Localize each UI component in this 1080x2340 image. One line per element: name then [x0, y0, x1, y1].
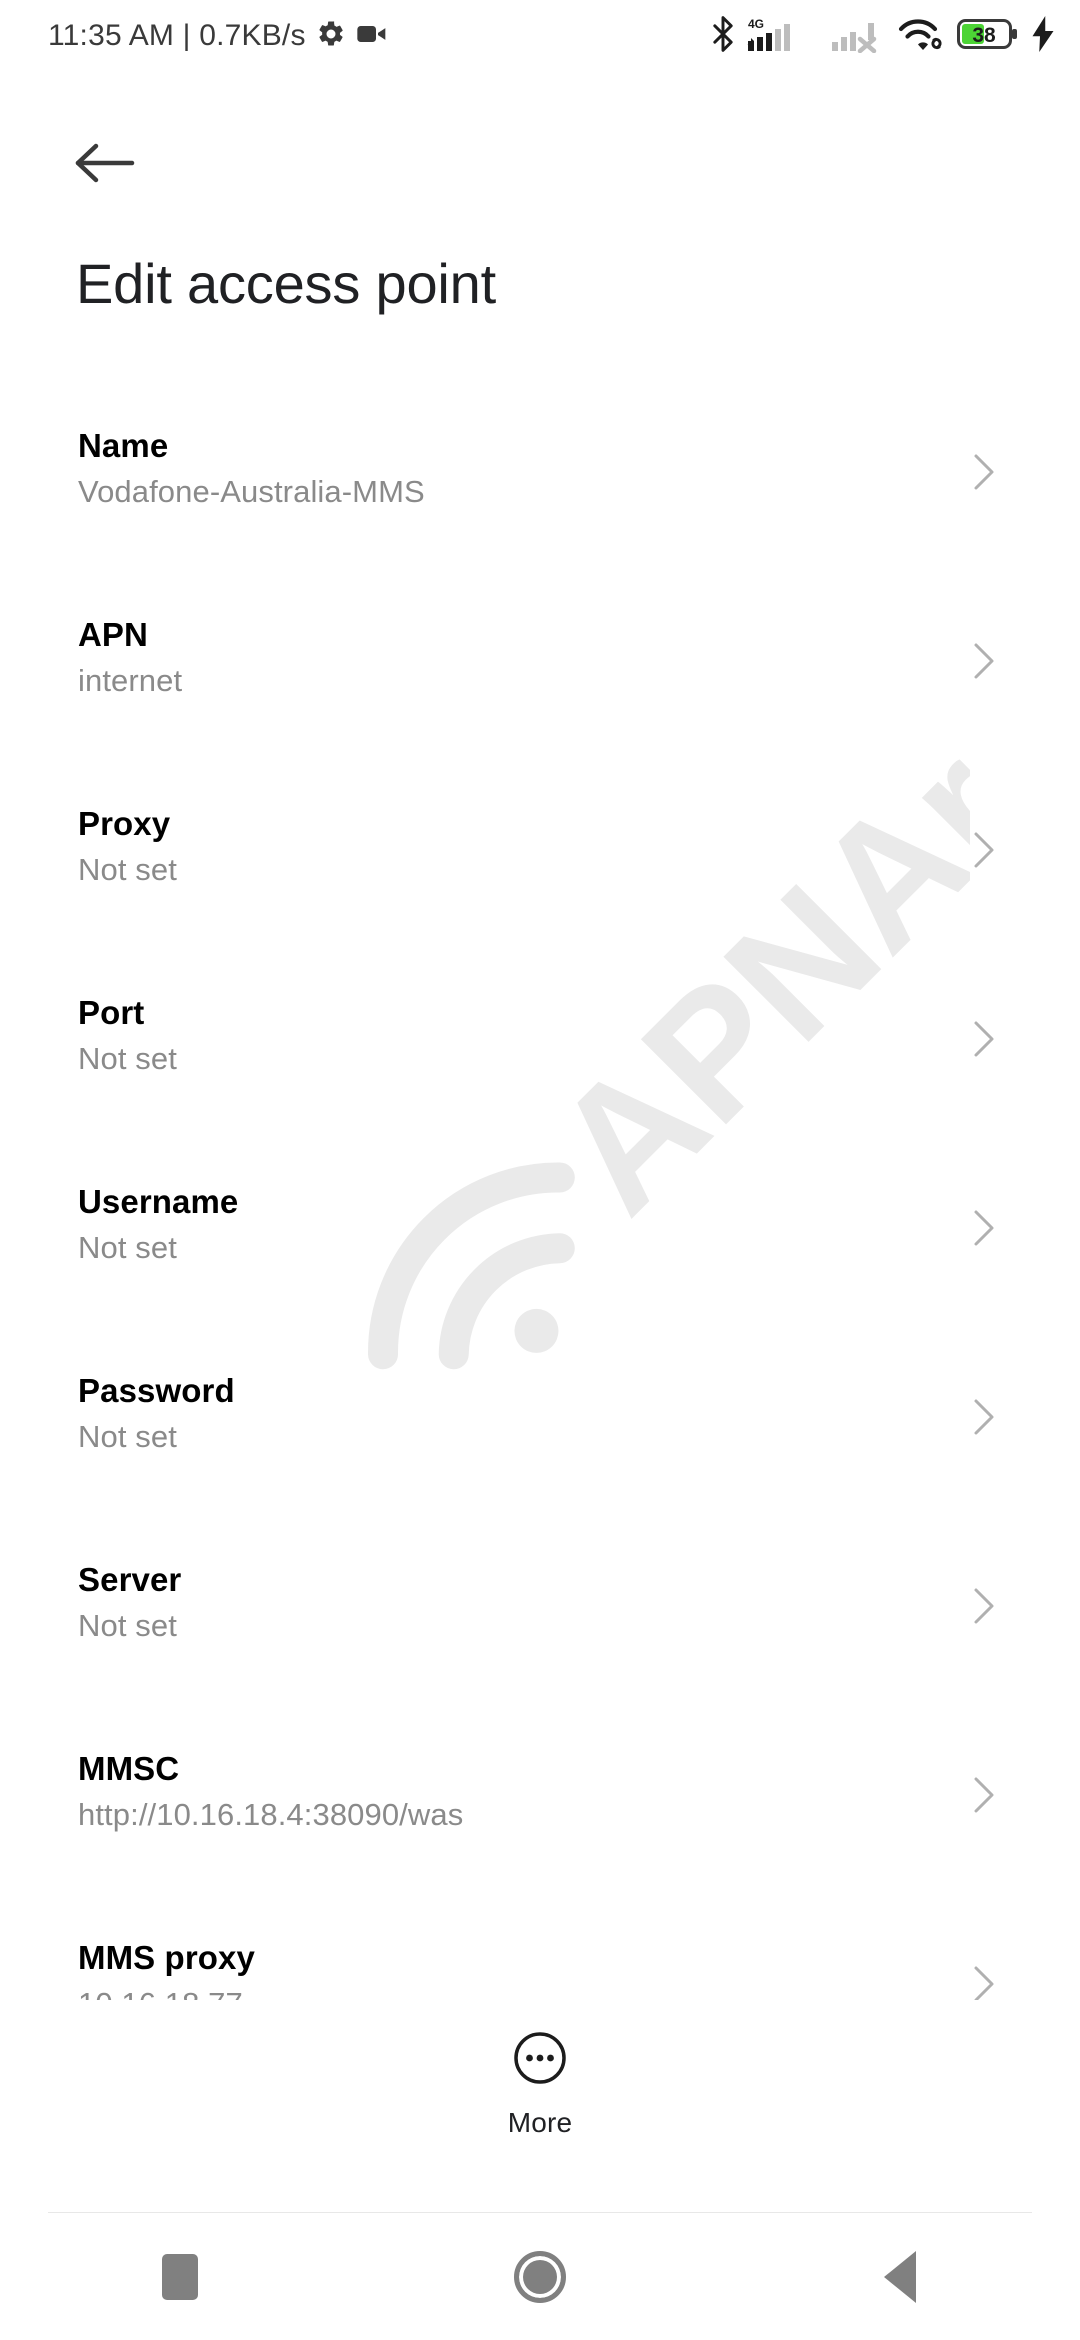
battery-icon: 38 [957, 17, 1019, 56]
chevron-right-icon [964, 452, 1004, 492]
apn-row-password[interactable]: Password Not set [0, 1355, 1080, 1544]
chevron-right-icon [964, 830, 1004, 870]
status-clock: 11:35 AM | 0.7KB/s [48, 19, 306, 52]
row-text: MMSC http://10.16.18.4:38090/was [78, 1733, 964, 1836]
chevron-right-icon [964, 1964, 1004, 2004]
row-text: APN internet [78, 599, 964, 702]
square-recents-icon [162, 2253, 198, 2300]
apn-row-label: MMS proxy [78, 1939, 255, 1976]
arrow-left-icon [74, 141, 136, 190]
apn-row-value: Not set [78, 852, 177, 888]
chevron-right-icon [964, 1208, 1004, 1248]
row-text: Proxy Not set [78, 788, 964, 891]
row-text: Password Not set [78, 1355, 964, 1458]
signal-4g-icon: 4G [746, 15, 820, 58]
status-bar-left: 11:35 AM | 0.7KB/s [48, 19, 711, 54]
apn-row-value: http://10.16.18.4:38090/was [78, 1797, 464, 1833]
apn-row-value: Not set [78, 1230, 177, 1266]
apn-row-value: Not set [78, 1419, 177, 1455]
row-text: Username Not set [78, 1166, 964, 1269]
status-bar: 11:35 AM | 0.7KB/s 4G 38 [0, 0, 1080, 72]
nav-recents-button[interactable] [0, 2213, 360, 2340]
apn-row-value: Vodafone-Australia-MMS [78, 474, 425, 510]
chevron-right-icon [964, 1397, 1004, 1437]
wifi-icon [898, 15, 946, 58]
android-nav-bar [0, 2213, 1080, 2340]
gear-icon [316, 19, 346, 54]
nav-home-button[interactable] [360, 2213, 720, 2340]
apn-row-value: Not set [78, 1041, 177, 1077]
chevron-right-icon [964, 1775, 1004, 1815]
more-dots-circle-icon [512, 2030, 568, 2091]
apn-row-name[interactable]: Name Vodafone-Australia-MMS [0, 410, 1080, 599]
apn-settings-list: Name Vodafone-Australia-MMS APN internet… [0, 410, 1080, 2111]
chevron-right-icon [964, 1019, 1004, 1059]
list-bottom-fade [0, 2000, 1080, 2030]
bluetooth-icon [711, 15, 735, 57]
page-title: Edit access point [76, 252, 496, 315]
video-camera-icon [356, 19, 388, 54]
circle-home-icon [514, 2250, 566, 2303]
back-button[interactable] [60, 120, 150, 210]
apn-row-apn[interactable]: APN internet [0, 599, 1080, 788]
row-text: Port Not set [78, 977, 964, 1080]
nav-back-button[interactable] [720, 2213, 1080, 2340]
apn-row-label: Proxy [78, 805, 171, 842]
more-button[interactable]: More [0, 2030, 1080, 2180]
status-bar-right: 4G 38 [711, 15, 1056, 58]
chevron-right-icon [964, 1586, 1004, 1626]
row-text: Server Not set [78, 1544, 964, 1647]
more-button-label: More [507, 2107, 573, 2138]
svg-text:4G: 4G [748, 17, 764, 31]
apn-row-mmsc[interactable]: MMSC http://10.16.18.4:38090/was [0, 1733, 1080, 1922]
apn-row-label: Port [78, 994, 145, 1031]
apn-row-label: Password [78, 1372, 235, 1409]
apn-row-username[interactable]: Username Not set [0, 1166, 1080, 1355]
apn-row-proxy[interactable]: Proxy Not set [0, 788, 1080, 977]
apn-row-server[interactable]: Server Not set [0, 1544, 1080, 1733]
apn-row-label: APN [78, 616, 148, 653]
battery-percent-text: 38 [972, 24, 996, 47]
apn-row-value: Not set [78, 1608, 177, 1644]
apn-row-label: Server [78, 1561, 182, 1598]
row-text: Name Vodafone-Australia-MMS [78, 410, 964, 513]
phone-screen: APNArena 11:35 AM | 0.7KB/s 4G 38 Edit a… [0, 0, 1080, 2340]
charging-bolt-icon [1030, 15, 1056, 57]
apn-row-label: MMSC [78, 1750, 180, 1787]
apn-row-label: Username [78, 1183, 239, 1220]
apn-row-port[interactable]: Port Not set [0, 977, 1080, 1166]
apn-row-value: internet [78, 663, 183, 699]
signal-sim2-nosignal-icon [831, 15, 887, 58]
apn-row-label: Name [78, 427, 169, 464]
triangle-back-icon [884, 2250, 916, 2303]
chevron-right-icon [964, 641, 1004, 681]
